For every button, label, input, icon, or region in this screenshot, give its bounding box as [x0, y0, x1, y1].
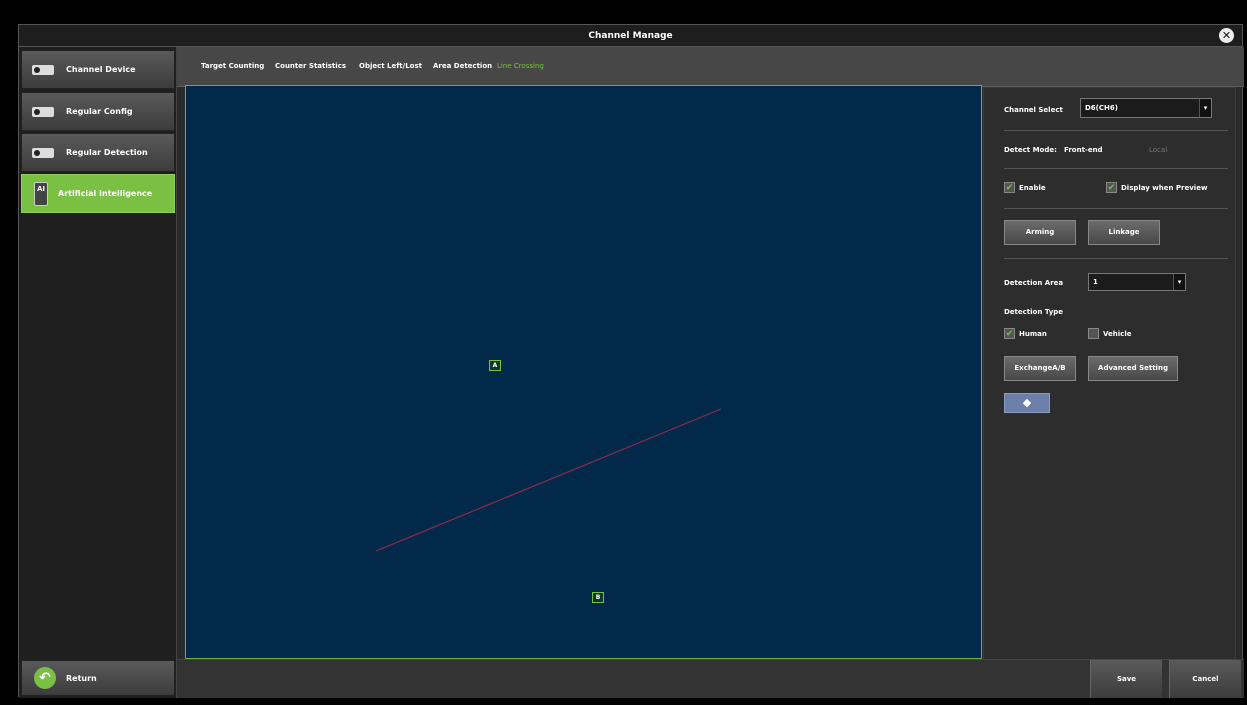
detect-mode-front-end[interactable]: Front-end — [1064, 146, 1103, 154]
camera-icon — [32, 104, 58, 120]
channel-manage-window: Channel Manage ✕ Channel Device Regular … — [18, 24, 1244, 698]
channel-select-label: Channel Select — [1004, 106, 1063, 114]
tab-counter-statistics[interactable]: Counter Statistics — [275, 62, 346, 70]
chevron-down-icon: ▾ — [1173, 274, 1185, 290]
save-button[interactable]: Save — [1090, 660, 1162, 698]
sidebar: Channel Device Regular Config Regular De… — [19, 47, 177, 698]
tab-object-left-lost[interactable]: Object Left/Lost — [359, 62, 422, 70]
marker-b[interactable]: B — [592, 592, 604, 603]
arming-button[interactable]: Arming — [1004, 220, 1076, 245]
divider — [1004, 130, 1228, 131]
divider — [1004, 168, 1228, 169]
cancel-button[interactable]: Cancel — [1169, 660, 1241, 698]
eraser-icon[interactable]: ◆ — [1004, 393, 1050, 413]
enable-label: Enable — [1019, 184, 1046, 192]
tab-area-detection[interactable]: Area Detection — [433, 62, 492, 70]
tab-target-counting[interactable]: Target Counting — [201, 62, 264, 70]
sidebar-item-label: Regular Config — [66, 107, 133, 116]
ai-icon: AI — [34, 181, 48, 206]
enable-checkbox[interactable]: ✔ — [1004, 182, 1015, 193]
display-preview-checkbox[interactable]: ✔ — [1106, 182, 1117, 193]
marker-a[interactable]: A — [489, 360, 501, 371]
title-bar: Channel Manage ✕ — [19, 25, 1242, 47]
sidebar-item-label: Channel Device — [66, 65, 136, 74]
display-preview-label: Display when Preview — [1121, 184, 1208, 192]
channel-select-value: D6(CH6) — [1085, 104, 1118, 112]
tab-bar: Target Counting Counter Statistics Objec… — [177, 47, 1244, 87]
vehicle-label: Vehicle — [1103, 330, 1132, 338]
channel-select-dropdown[interactable]: D6(CH6) ▾ — [1080, 98, 1212, 118]
detection-area-dropdown[interactable]: 1 ▾ — [1088, 273, 1186, 291]
camera-icon — [32, 62, 58, 78]
sidebar-item-label: Regular Detection — [66, 148, 148, 157]
exchange-ab-button[interactable]: ExchangeA/B — [1004, 356, 1076, 381]
human-label: Human — [1019, 330, 1047, 338]
human-checkbox[interactable]: ✔ — [1004, 328, 1015, 339]
sidebar-item-regular-detection[interactable]: Regular Detection — [21, 133, 175, 172]
divider — [1004, 208, 1228, 209]
return-label: Return — [66, 673, 97, 683]
linkage-button[interactable]: Linkage — [1088, 220, 1160, 245]
crossing-line[interactable] — [375, 408, 722, 552]
camera-icon — [32, 145, 58, 161]
sidebar-item-label: Artificial Intelligence — [58, 189, 153, 198]
sidebar-item-artificial-intelligence[interactable]: AI Artificial Intelligence — [21, 174, 175, 213]
detection-area-value: 1 — [1093, 278, 1098, 286]
chevron-down-icon: ▾ — [1199, 99, 1211, 117]
close-icon[interactable]: ✕ — [1219, 28, 1234, 43]
return-button[interactable]: ↶ Return — [21, 660, 175, 696]
settings-panel: Channel Select D6(CH6) ▾ Detect Mode: Fr… — [983, 87, 1236, 661]
detection-canvas[interactable]: A B — [185, 85, 982, 659]
divider — [1004, 258, 1228, 259]
window-title: Channel Manage — [588, 31, 673, 41]
detect-mode-local[interactable]: Local — [1149, 146, 1167, 154]
return-arrow-icon: ↶ — [34, 667, 56, 689]
footer-bar: Save Cancel — [177, 659, 1244, 698]
detection-area-label: Detection Area — [1004, 279, 1064, 287]
advanced-setting-button[interactable]: Advanced Setting — [1088, 356, 1178, 381]
detect-mode-label: Detect Mode: — [1004, 146, 1057, 154]
tab-line-crossing[interactable]: Line Crossing — [497, 62, 544, 70]
crossing-line-layer — [375, 408, 722, 552]
detection-type-label: Detection Type — [1004, 308, 1064, 316]
sidebar-item-regular-config[interactable]: Regular Config — [21, 92, 175, 131]
sidebar-item-channel-device[interactable]: Channel Device — [21, 50, 175, 89]
vehicle-checkbox[interactable] — [1088, 328, 1099, 339]
